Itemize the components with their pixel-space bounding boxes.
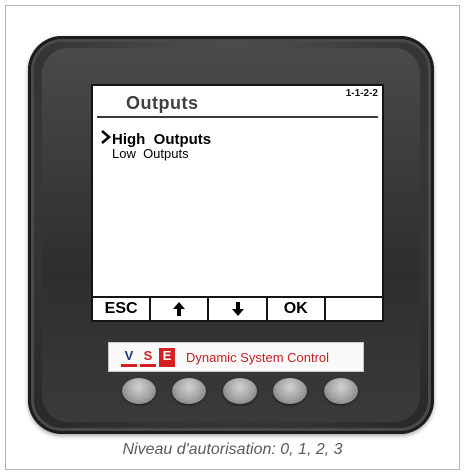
screen-title: Outputs (126, 93, 199, 113)
softkey-ok[interactable]: OK (267, 298, 326, 320)
brand-panel: V S E Dynamic System Control (108, 342, 364, 372)
softkey-ok-label: OK (283, 300, 308, 317)
arrow-up-icon (173, 302, 186, 316)
menu-item-low-outputs[interactable]: Low Outputs (112, 146, 189, 161)
softkey-esc[interactable]: ESC (93, 298, 152, 320)
hardware-button-1[interactable] (122, 378, 156, 404)
figure-caption: Niveau d'autorisation: 0, 1, 2, 3 (122, 441, 343, 458)
softkey-bar: ESC OK (93, 296, 383, 320)
selection-chevron-icon (101, 130, 112, 148)
softkey-up[interactable] (151, 298, 210, 320)
logo-letter-v: V (121, 348, 137, 367)
vse-logo: V S E (121, 347, 178, 367)
menu-item-label: Low Outputs (112, 146, 189, 161)
softkey-blank[interactable] (325, 298, 383, 320)
hardware-button-3[interactable] (223, 378, 257, 404)
logo-letter-s: S (140, 348, 156, 367)
hardware-button-5[interactable] (324, 378, 358, 404)
softkey-down[interactable] (209, 298, 268, 320)
brand-text: Dynamic System Control (186, 349, 330, 365)
title-divider (97, 116, 378, 118)
hardware-button-row (122, 378, 358, 408)
softkey-esc-label: ESC (104, 300, 138, 317)
menu-code: 1-1-2-2 (345, 88, 378, 99)
arrow-down-icon (231, 302, 244, 316)
hardware-button-4[interactable] (273, 378, 307, 404)
hardware-button-2[interactable] (172, 378, 206, 404)
logo-letter-e: E (159, 347, 175, 367)
lcd-screen: Outputs 1-1-2-2 High Outputs Low Outputs… (91, 84, 384, 322)
